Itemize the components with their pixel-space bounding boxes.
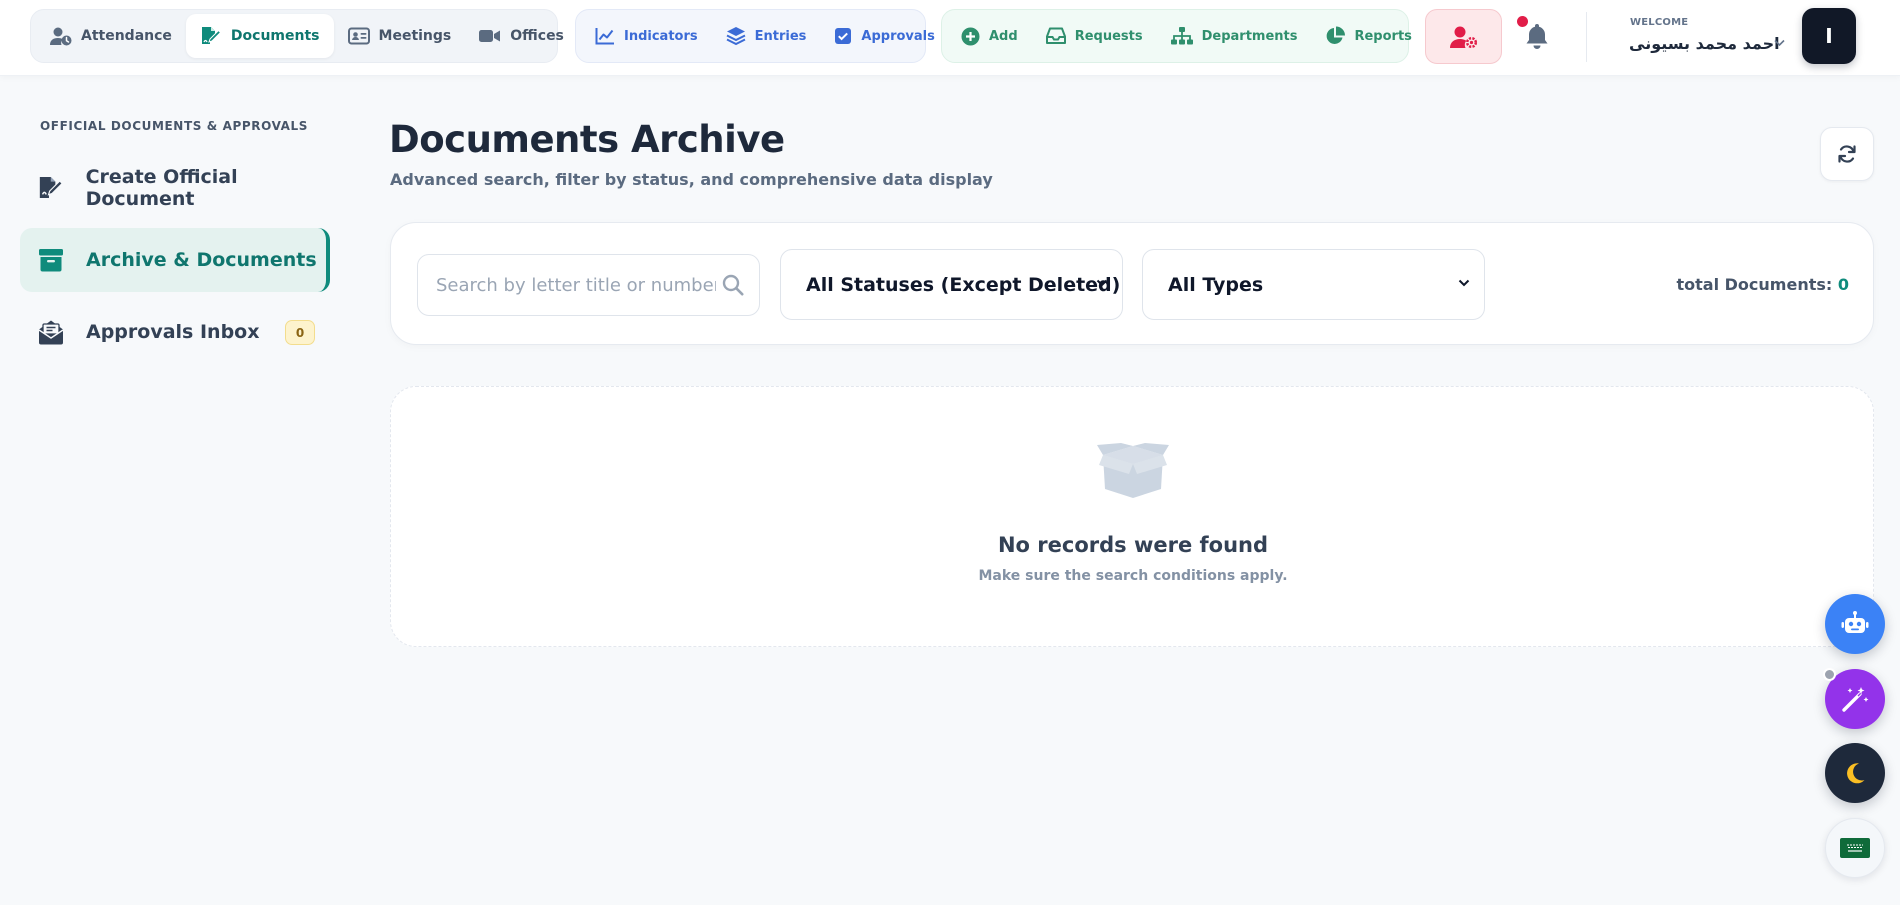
top-navbar: Attendance Documents Meetings Offices In…	[0, 0, 1900, 76]
nav-offices[interactable]: Offices	[465, 14, 578, 58]
empty-state-title: No records were found	[997, 533, 1269, 557]
nav-requests-label: Requests	[1074, 28, 1143, 44]
file-signature-icon	[39, 177, 64, 199]
total-documents-label: total Documents:	[1676, 275, 1833, 294]
nav-approvals-label: Approvals	[861, 28, 935, 44]
sidebar-item-approvals-inbox[interactable]: Approvals Inbox 0	[20, 300, 330, 364]
file-signature-icon	[201, 27, 222, 44]
nav-departments[interactable]: Departments	[1157, 14, 1312, 58]
search-field	[417, 254, 760, 316]
type-filter-value: All Types	[1168, 273, 1264, 296]
empty-state-subtitle: Make sure the search conditions apply.	[978, 568, 1288, 584]
status-filter-value: All Statuses (Except Deleted)	[806, 273, 1121, 296]
chevron-down-icon	[1096, 279, 1108, 287]
search-icon[interactable]	[722, 274, 744, 296]
sidebar-item-label: Archive & Documents	[86, 249, 317, 271]
id-card-icon	[347, 27, 370, 45]
nav-departments-label: Departments	[1201, 28, 1298, 44]
page-subtitle: Advanced search, filter by status, and c…	[390, 170, 993, 189]
type-filter-select[interactable]: All Types	[1142, 249, 1485, 320]
nav-meetings-label: Meetings	[378, 28, 452, 44]
nav-documents[interactable]: Documents	[185, 14, 334, 58]
nav-documents-label: Documents	[230, 28, 320, 44]
plus-circle-icon	[961, 27, 980, 45]
filter-panel: All Statuses (Except Deleted) All Types …	[390, 222, 1874, 345]
robot-icon	[1841, 611, 1869, 633]
nav-approvals[interactable]: Approvals	[820, 14, 948, 58]
chevron-down-icon	[1774, 39, 1785, 47]
total-documents: total Documents: 0	[1677, 275, 1850, 294]
chart-line-icon	[595, 28, 614, 45]
sidebar-item-label: Create Official Document	[85, 166, 238, 210]
nav-entries-label: Entries	[754, 28, 807, 44]
notification-indicator-dot	[1517, 16, 1528, 27]
pie-chart-icon	[1327, 26, 1346, 44]
moon-icon	[1847, 763, 1865, 784]
saudi-flag-icon	[1840, 838, 1870, 858]
nav-indicators[interactable]: Indicators	[581, 14, 712, 58]
empty-state-panel: No records were found Make sure the sear…	[390, 386, 1874, 647]
check-square-icon	[835, 28, 852, 44]
user-menu[interactable]: WELCOME احمد محمد بسيونى	[1626, 17, 1788, 59]
welcome-label: WELCOME	[1630, 17, 1689, 28]
nav-requests[interactable]: Requests	[1032, 14, 1157, 58]
secondary-nav-group: Indicators Entries Approvals	[575, 9, 935, 63]
nav-add[interactable]: Add	[947, 14, 1032, 58]
status-filter-select[interactable]: All Statuses (Except Deleted)	[780, 249, 1123, 320]
nav-reports[interactable]: Reports	[1311, 14, 1425, 58]
page-title: Documents Archive	[389, 118, 785, 161]
empty-box-icon	[1097, 443, 1169, 498]
nav-attendance[interactable]: Attendance	[36, 14, 186, 58]
nav-entries[interactable]: Entries	[712, 14, 821, 58]
sidebar-title: OFFICIAL DOCUMENTS & APPROVALS	[40, 119, 309, 133]
user-name: احمد محمد بسيونى	[1629, 34, 1780, 53]
refresh-icon	[1838, 145, 1856, 163]
layers-icon	[726, 27, 746, 46]
nav-reports-label: Reports	[1354, 28, 1412, 44]
approvals-count-badge: 0	[285, 320, 315, 345]
sidebar-item-archive[interactable]: Archive & Documents	[20, 228, 330, 292]
refresh-button[interactable]	[1820, 127, 1874, 181]
archive-icon	[39, 249, 63, 272]
bell-icon	[1526, 24, 1548, 49]
language-switch-button[interactable]	[1825, 818, 1885, 878]
avatar[interactable]: I	[1802, 8, 1856, 64]
nav-indicators-label: Indicators	[624, 28, 698, 44]
header-divider	[1586, 12, 1587, 62]
tertiary-nav-group: Add Requests Departments Reports	[941, 9, 1412, 63]
sidebar-item-create-document[interactable]: Create Official Document	[20, 156, 330, 220]
video-icon	[479, 30, 501, 42]
magic-tools-status-dot	[1823, 668, 1836, 681]
magic-wand-icon	[1842, 687, 1869, 712]
theme-toggle-button[interactable]	[1825, 743, 1885, 803]
nav-attendance-label: Attendance	[81, 28, 172, 44]
sidebar-item-label: Approvals Inbox	[86, 321, 260, 343]
user-settings-button[interactable]	[1425, 9, 1502, 64]
ai-assistant-button[interactable]	[1825, 594, 1885, 654]
sitemap-icon	[1170, 27, 1193, 45]
inbox-icon	[1045, 27, 1066, 44]
nav-add-label: Add	[989, 28, 1018, 44]
primary-nav-group: Attendance Documents Meetings Offices	[30, 9, 564, 63]
chevron-down-icon	[1458, 279, 1470, 287]
envelope-open-icon	[38, 320, 64, 345]
total-documents-count: 0	[1837, 275, 1849, 294]
nav-offices-label: Offices	[510, 28, 564, 44]
user-clock-icon	[50, 27, 72, 46]
nav-meetings[interactable]: Meetings	[334, 14, 466, 58]
user-gear-icon	[1449, 26, 1477, 48]
search-input[interactable]	[436, 255, 716, 315]
